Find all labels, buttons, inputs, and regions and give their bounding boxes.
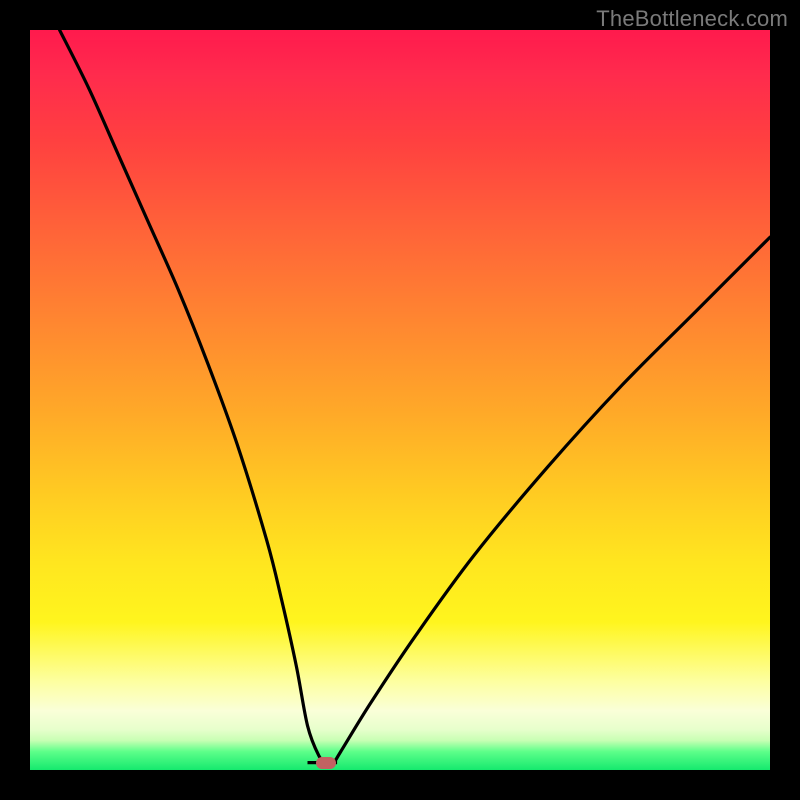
curve-svg xyxy=(30,30,770,770)
chart-frame: TheBottleneck.com xyxy=(0,0,800,800)
bottleneck-curve xyxy=(60,30,770,764)
optimal-marker xyxy=(316,757,336,769)
plot-area xyxy=(30,30,770,770)
watermark-label: TheBottleneck.com xyxy=(596,6,788,32)
